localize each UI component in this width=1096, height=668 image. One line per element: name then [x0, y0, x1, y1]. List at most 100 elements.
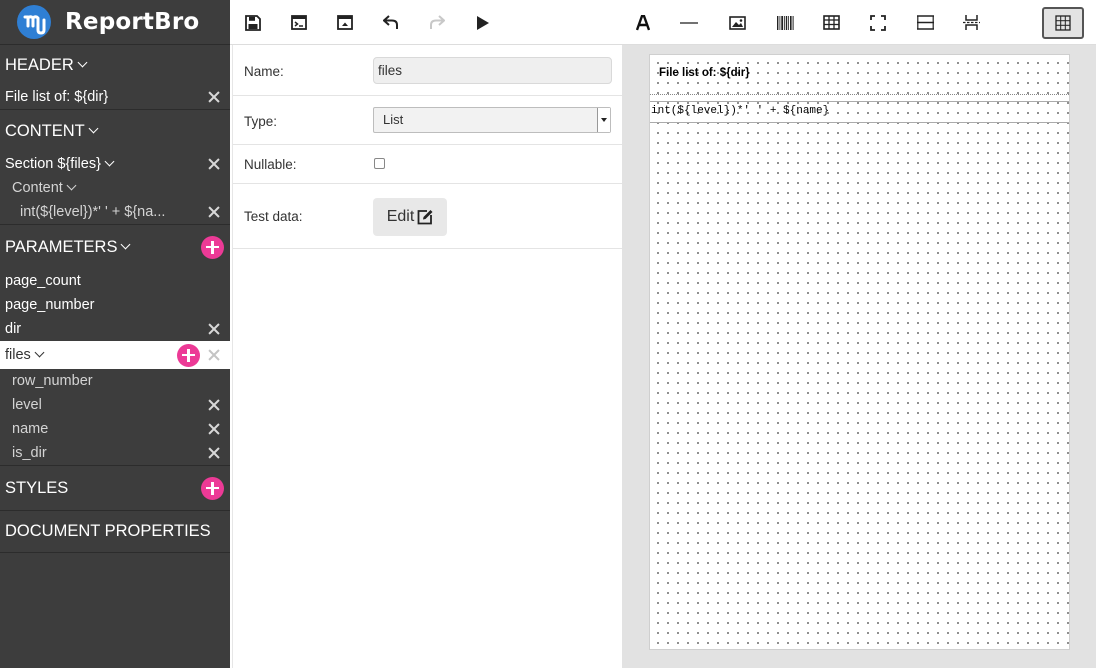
- sidebar-item-parameter[interactable]: page_number: [0, 293, 230, 317]
- close-icon[interactable]: [208, 423, 220, 435]
- close-icon[interactable]: [208, 349, 220, 361]
- parameter-detail-panel: Name: files Type: List Nullable: Test da…: [232, 45, 622, 668]
- chevron-down-icon: [121, 239, 131, 250]
- add-table-button[interactable]: [818, 0, 844, 45]
- name-row: Name: files: [233, 45, 622, 96]
- sidebar-item-label: files: [5, 347, 31, 363]
- close-icon[interactable]: [208, 323, 220, 335]
- app-title: ReportBro: [65, 9, 200, 35]
- add-section-button[interactable]: [912, 0, 938, 45]
- redo-icon: [430, 15, 445, 29]
- sidebar-item-label: Content: [12, 180, 63, 196]
- redo-button[interactable]: [424, 0, 450, 45]
- table-icon: [822, 15, 840, 30]
- sidebar-section-header: HEADER File list of: ${dir}: [0, 45, 230, 110]
- test-data-row: Test data: Edit: [233, 184, 622, 249]
- sidebar-section-parameters: PARAMETERS page_count page_number dir fi…: [0, 225, 230, 466]
- header-section-label: HEADER: [5, 55, 74, 74]
- sidebar-item-text-field[interactable]: int(${level})*' ' + ${na...: [0, 200, 230, 224]
- add-field-button[interactable]: [177, 343, 200, 367]
- header-section-toggle[interactable]: HEADER: [0, 45, 230, 85]
- sidebar-section-document-properties: DOCUMENT PROPERTIES: [0, 511, 230, 553]
- sidebar-item-field[interactable]: level: [0, 393, 230, 417]
- save-button[interactable]: [240, 0, 266, 45]
- add-barcode-button[interactable]: [772, 0, 798, 45]
- close-icon[interactable]: [208, 158, 220, 170]
- parameters-section-label: PARAMETERS: [5, 237, 118, 256]
- content-section-label: CONTENT: [5, 121, 85, 140]
- sidebar-item-parameter-selected[interactable]: files: [0, 341, 230, 369]
- sidebar-item-field[interactable]: row_number: [0, 369, 230, 393]
- preview-xlsx-icon: [337, 15, 353, 30]
- sidebar-item-section-content[interactable]: Content: [0, 176, 230, 200]
- add-line-button[interactable]: [676, 0, 702, 45]
- type-label: Type:: [244, 114, 278, 129]
- header-band-divider: [650, 94, 1069, 95]
- content-section-toggle[interactable]: CONTENT: [0, 110, 230, 152]
- document-area: File list of: ${dir} int(${level})*' ' +…: [622, 45, 1096, 668]
- toggle-grid-button[interactable]: [1042, 7, 1084, 39]
- sidebar-item-field[interactable]: name: [0, 417, 230, 441]
- add-image-button[interactable]: [724, 0, 750, 45]
- add-style-button[interactable]: [201, 476, 224, 500]
- type-select-value: List: [383, 112, 404, 127]
- close-icon[interactable]: [208, 91, 220, 103]
- type-select[interactable]: List: [373, 107, 611, 133]
- add-text-button[interactable]: [630, 0, 656, 45]
- type-row: Type: List: [233, 96, 622, 145]
- run-preview-button[interactable]: [470, 0, 496, 45]
- sidebar-item-field[interactable]: is_dir: [0, 441, 230, 465]
- sidebar-item-label: File list of: ${dir}: [5, 89, 109, 105]
- close-icon[interactable]: [208, 447, 220, 459]
- reportbro-logo-icon: [16, 4, 52, 40]
- frame-icon: [870, 14, 886, 31]
- add-parameter-button[interactable]: [201, 235, 224, 259]
- close-icon[interactable]: [208, 206, 220, 218]
- text-icon: [636, 14, 650, 30]
- content-band-top-divider: [650, 101, 1069, 102]
- add-frame-button[interactable]: [865, 0, 891, 45]
- document-properties-label: DOCUMENT PROPERTIES: [5, 522, 211, 540]
- edit-icon: [417, 210, 433, 225]
- preview-pdf-icon: [291, 15, 307, 30]
- name-input[interactable]: files: [373, 57, 612, 84]
- document-page[interactable]: File list of: ${dir} int(${level})*' ' +…: [649, 54, 1070, 650]
- nullable-checkbox[interactable]: [374, 158, 385, 169]
- image-icon: [728, 15, 746, 30]
- sidebar-item-header-text[interactable]: File list of: ${dir}: [0, 85, 230, 109]
- edit-button-label: Edit: [386, 208, 415, 225]
- name-label: Name:: [244, 64, 284, 79]
- sidebar-item-label: page_number: [5, 297, 95, 313]
- sidebar: ReportBro HEADER File list of: ${dir} CO…: [0, 0, 230, 668]
- preview-pdf-button[interactable]: [286, 0, 312, 45]
- line-icon: [680, 21, 698, 24]
- document-properties-toggle[interactable]: DOCUMENT PROPERTIES: [0, 511, 230, 552]
- chevron-down-icon: [88, 123, 99, 134]
- edit-test-data-button[interactable]: Edit: [373, 198, 447, 236]
- sidebar-section-content: CONTENT Section ${files} Content int(${l…: [0, 110, 230, 225]
- section-icon: [916, 15, 934, 30]
- page-break-icon: [962, 15, 980, 30]
- chevron-down-icon: [77, 57, 88, 68]
- sidebar-item-parameter[interactable]: page_count: [0, 269, 230, 293]
- chevron-down-icon: [597, 108, 610, 132]
- close-icon[interactable]: [208, 399, 220, 411]
- grid-icon: [1055, 15, 1071, 31]
- parameters-section-toggle[interactable]: PARAMETERS: [0, 225, 230, 269]
- sidebar-item-section[interactable]: Section ${files}: [0, 152, 230, 176]
- styles-section-toggle[interactable]: STYLES: [0, 466, 230, 510]
- add-page-break-button[interactable]: [958, 0, 984, 45]
- styles-section-label: STYLES: [5, 478, 69, 497]
- save-icon: [245, 14, 261, 31]
- sidebar-item-label: name: [12, 421, 49, 437]
- barcode-icon: [776, 15, 794, 30]
- chevron-down-icon: [104, 156, 115, 167]
- nullable-label: Nullable:: [244, 157, 297, 172]
- sidebar-item-parameter[interactable]: dir: [0, 317, 230, 341]
- toolbar: [230, 0, 1096, 45]
- doc-content-text-element[interactable]: int(${level})*' ' + ${name}: [651, 105, 829, 117]
- doc-header-text-element[interactable]: File list of: ${dir}: [659, 67, 750, 79]
- preview-xlsx-button[interactable]: [332, 0, 358, 45]
- sidebar-item-label: int(${level})*' ' + ${na...: [20, 204, 166, 220]
- undo-button[interactable]: [378, 0, 404, 45]
